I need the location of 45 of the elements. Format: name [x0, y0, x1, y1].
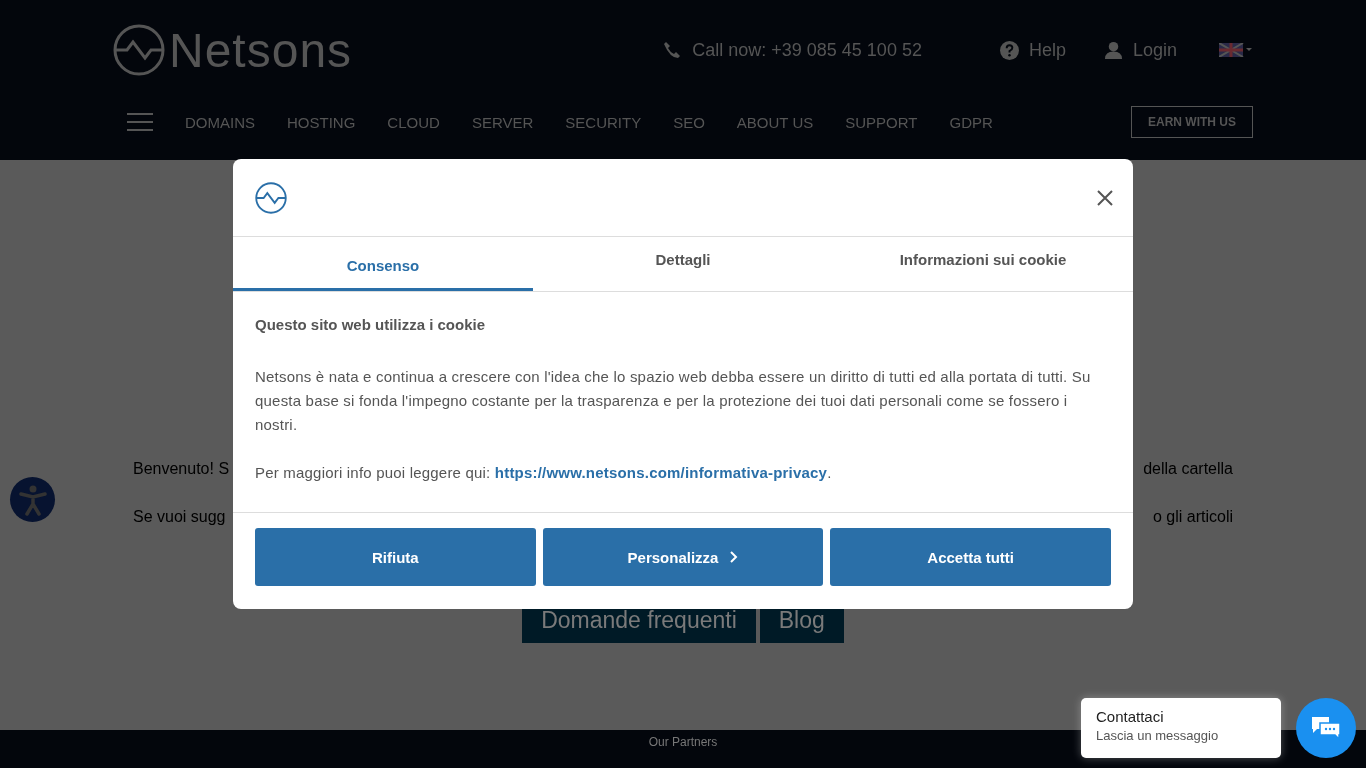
footer-text: Our Partners — [648, 735, 718, 751]
accessibility-button[interactable] — [10, 477, 55, 522]
login-link[interactable]: Login — [1103, 39, 1177, 61]
dialog-tab[interactable]: Consenso — [233, 237, 533, 291]
consent-button[interactable]: Accetta tutti — [830, 528, 1111, 586]
phone-icon — [662, 40, 683, 60]
phone-link[interactable]: Call now: +39 085 45 100 52 — [662, 39, 922, 61]
user-icon — [1103, 40, 1123, 60]
nav-link[interactable]: SUPPORT — [845, 113, 918, 131]
dialog-heading: Questo sito web utilizza i cookie — [255, 316, 487, 333]
netsons-logo-icon — [113, 24, 165, 76]
earn-with-us-button[interactable]: EARN WITH US — [1131, 106, 1253, 138]
welcome-text: della cartella — [1143, 460, 1233, 479]
help-link[interactable]: Help — [999, 39, 1066, 61]
close-icon — [1097, 189, 1113, 206]
netsons-logo-icon — [255, 181, 287, 214]
nav-link[interactable]: SECURITY — [565, 113, 642, 131]
close-button[interactable] — [1097, 189, 1113, 206]
welcome-text: Benvenuto! S — [133, 460, 230, 479]
consent-button[interactable]: Rifiuta — [255, 528, 536, 586]
nav-link[interactable]: SERVER — [471, 113, 534, 131]
privacy-sentence: Per maggiori info puoi leggere qui: https://www.netsons.com/informativa-privacy. — [255, 463, 833, 483]
language-flag-icon[interactable] — [1219, 43, 1253, 57]
nav-link[interactable]: SEO — [673, 113, 705, 131]
dialog-tab[interactable]: Informazioni sui cookie — [833, 237, 1133, 291]
chat-title: Contattaci — [1096, 708, 1165, 725]
help-icon — [999, 40, 1019, 60]
dialog-tab[interactable]: Dettagli — [533, 237, 833, 291]
menu-icon[interactable] — [127, 113, 153, 131]
chat-button[interactable] — [1296, 698, 1356, 758]
welcome-text: Se vuoi sugg — [133, 508, 226, 527]
privacy-link[interactable]: https://www.netsons.com/informativa-privacy — [494, 464, 828, 481]
consent-button[interactable]: Personalizza — [542, 528, 824, 586]
chat-subtitle: Lascia un messaggio — [1096, 728, 1220, 743]
nav-link[interactable]: ABOUT US — [736, 113, 814, 131]
welcome-text: o gli articoli — [1152, 508, 1233, 527]
nav-link[interactable]: DOMAINS — [185, 113, 255, 131]
nav-link[interactable]: GDPR — [949, 113, 993, 131]
accessibility-icon — [17, 483, 48, 516]
chat-prompt[interactable]: Contattaci Lascia un messaggio — [1081, 698, 1281, 758]
nav-link[interactable]: CLOUD — [387, 113, 440, 131]
brand-name[interactable]: Netsons — [169, 22, 353, 78]
dialog-paragraph: Netsons è nata e continua a crescere con l'idea che lo spazio web debba essere un diritto di tutti ed alla portata di tutti. Su questa base si fonda l'impegno costante per la trasparenza e per la protezione dei tuoi dati personali come se fossero i nostri. — [255, 367, 1092, 435]
nav-link[interactable]: HOSTING — [287, 113, 356, 131]
chevron-right-icon — [730, 551, 739, 563]
